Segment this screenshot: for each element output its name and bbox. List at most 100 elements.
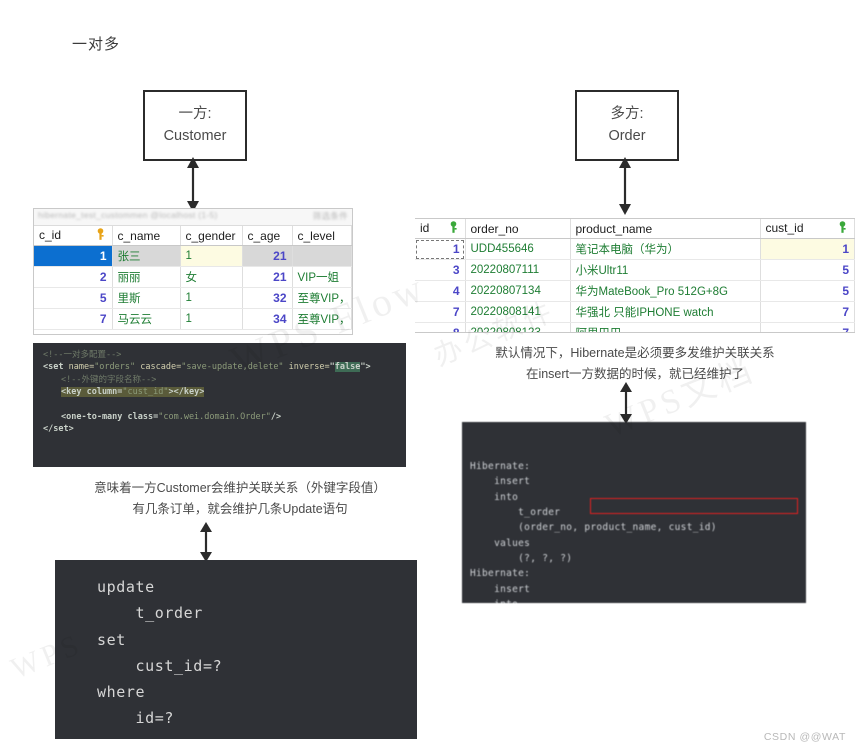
cell-c_id[interactable]: 7 [34, 308, 113, 330]
cell-c_id[interactable]: 1 [34, 245, 113, 267]
customer-col-c_name[interactable]: c_name [112, 226, 181, 246]
entity-box-customer: 一方: Customer [143, 90, 247, 161]
cell-cust_id[interactable]: 7 [760, 301, 855, 323]
table-row[interactable]: 3 20220807111 小米Ultr11 5 [415, 259, 855, 281]
cell-c_gender[interactable]: 女 [180, 266, 243, 288]
hibernate-log-line: (?, ?, ?) [470, 553, 573, 564]
cell-order_no[interactable]: 20220808123 [465, 322, 571, 332]
table-row[interactable]: 8 20220808123 阿里巴巴 7 [415, 322, 855, 332]
table-row[interactable]: 2 丽丽 女 21 VIP一姐 [34, 266, 352, 288]
cell-c_age[interactable]: 32 [242, 287, 293, 309]
cell-c_level[interactable]: VIP一姐 [292, 266, 352, 288]
cell-c_level[interactable]: 至尊VIP，年卡n级 [292, 308, 352, 330]
page-title: 一对多 [72, 36, 121, 53]
entity-role-many: 多方: [610, 105, 644, 122]
customer-col-c_age[interactable]: c_age [242, 226, 293, 246]
order-header-row: id order_no product_name cust_id [415, 219, 855, 239]
sql-line: update [97, 578, 155, 596]
cell-id[interactable]: 3 [415, 259, 466, 281]
cell-product_name[interactable]: 小米Ultr11 [570, 259, 761, 281]
cell-c_age[interactable]: 21 [242, 245, 293, 267]
cell-product_name[interactable]: 笔记本电脑（华为） [570, 238, 761, 260]
key-icon [449, 221, 458, 236]
customer-grid-toolbar[interactable]: hibernate_test_custommen @localhost (1-5… [34, 209, 352, 226]
cell-product_name[interactable]: 阿里巴巴 [570, 322, 761, 332]
sql-line: cust_id=? [97, 656, 223, 675]
order-col-product_name[interactable]: product_name [570, 219, 761, 239]
customer-col-label-c_id: c_id [39, 228, 62, 242]
customer-col-c_gender[interactable]: c_gender [180, 226, 243, 246]
cell-cust_id[interactable]: 5 [760, 280, 855, 302]
customer-toolbar-right-text: 筛选条件 [312, 211, 348, 221]
cell-c_age[interactable]: 34 [242, 308, 293, 330]
order-col-label-id: id [420, 221, 430, 235]
annotation-left-line1: 意味着一方Customer会维护关联关系（外键字段值） [94, 481, 386, 495]
footer-credit: CSDN @@WAT [763, 731, 846, 743]
table-row[interactable]: 4 20220807134 华为MateBook_Pro 512G+8G 5 [415, 280, 855, 302]
cell-order_no[interactable]: 20220808141 [465, 301, 571, 323]
xml-line: <set name="orders" cascade="save-update,… [43, 362, 371, 373]
hibernate-log-line: (order_no, product_name, cust_id) [470, 522, 717, 534]
cell-product_name[interactable]: 华强北 只能IPHONE watch [570, 301, 761, 323]
annotation-right-line2: 在insert一方数据的时候，就已经维护了 [525, 366, 745, 381]
order-col-cust_id[interactable]: cust_id [760, 219, 855, 239]
sql-line: where [97, 683, 146, 701]
cell-cust_id[interactable]: 7 [760, 322, 855, 332]
cell-c_name[interactable]: 丽丽 [112, 266, 181, 288]
table-row[interactable]: 1 UDD455646 笔记本电脑（华为） 1 [415, 238, 855, 260]
customer-col-c_id[interactable]: c_id [34, 226, 113, 246]
cell-c_age[interactable]: 21 [242, 266, 293, 288]
hibernate-log-line: Hibernate: [470, 460, 531, 472]
order-col-id[interactable]: id [415, 219, 466, 239]
cell-cust_id[interactable]: 1 [760, 238, 855, 260]
annotation-right: 默认情况下，Hibernate是必须要多发维护关联关系 在insert一方数据的… [450, 343, 820, 384]
cell-c_level[interactable]: 至尊VIP，年卡8级 [292, 287, 352, 309]
order-data-grid[interactable]: id order_no product_name cust_id 1 UDD45… [415, 218, 855, 333]
double-arrow-note-to-hibernate [618, 382, 634, 424]
xml-config-code-block[interactable]: <!--一对多配置--> <set name="orders" cascade="… [33, 343, 406, 467]
order-table[interactable]: id order_no product_name cust_id 1 UDD45… [415, 219, 855, 332]
xml-line: <key column="cust_id"></key> [61, 386, 205, 397]
entity-role-one: 一方: [178, 105, 212, 122]
cell-c_gender[interactable]: 1 [180, 308, 243, 330]
cell-c_id[interactable]: 2 [34, 266, 113, 288]
order-col-label-cust_id: cust_id [765, 221, 804, 235]
cell-c_name[interactable]: 里斯 [112, 287, 181, 309]
hibernate-log-line: insert [470, 583, 531, 595]
entity-box-order: 多方: Order [575, 90, 679, 161]
cell-product_name[interactable]: 华为MateBook_Pro 512G+8G [570, 280, 761, 302]
customer-table[interactable]: c_id c_name c_gender c_age c_level 1 张三 … [34, 226, 352, 330]
cell-c_gender[interactable]: 1 [180, 287, 243, 309]
hibernate-log-block[interactable]: Hibernate: insert into t_order (order_no… [462, 422, 806, 603]
table-row[interactable]: 7 20220808141 华强北 只能IPHONE watch 7 [415, 301, 855, 323]
cell-c_name[interactable]: 张三 [112, 245, 181, 267]
cell-c_name[interactable]: 马云云 [112, 308, 181, 330]
customer-toolbar-left-text: hibernate_test_custommen @localhost (1-5… [38, 210, 218, 220]
cell-id[interactable]: 4 [415, 280, 466, 302]
entity-name-order: Order [608, 127, 646, 144]
cell-c_gender[interactable]: 1 [180, 245, 243, 267]
cell-id[interactable]: 7 [415, 301, 466, 323]
cell-order_no[interactable]: 20220807111 [465, 259, 571, 281]
xml-line [33, 398, 406, 410]
order-col-order_no[interactable]: order_no [465, 219, 571, 239]
sql-line: id=? [97, 709, 175, 728]
cell-c_id[interactable]: 5 [34, 287, 113, 309]
customer-data-grid[interactable]: hibernate_test_custommen @localhost (1-5… [33, 208, 353, 335]
cell-order_no[interactable]: 20220807134 [465, 280, 571, 302]
cell-order_no[interactable]: UDD455646 [465, 238, 571, 260]
cell-id[interactable]: 1 [415, 238, 466, 260]
customer-col-c_level[interactable]: c_level [292, 226, 352, 246]
cell-c_level[interactable] [292, 245, 352, 267]
customer-header-row: c_id c_name c_gender c_age c_level [34, 226, 352, 246]
double-arrow-customer-to-table [185, 157, 201, 212]
annotation-left: 意味着一方Customer会维护关联关系（外键字段值） 有几条订单，就会维护几条… [45, 478, 435, 519]
cell-id[interactable]: 8 [415, 322, 466, 332]
cell-cust_id[interactable]: 5 [760, 259, 855, 281]
sql-update-block[interactable]: update t_order set cust_id=? where id=? [55, 560, 417, 739]
hibernate-log-line: insert [470, 476, 531, 488]
table-row[interactable]: 1 张三 1 21 [34, 245, 352, 267]
table-row[interactable]: 5 里斯 1 32 至尊VIP，年卡8级 [34, 287, 352, 309]
hibernate-log-lines: Hibernate: insert into t_order (order_no… [470, 459, 806, 603]
table-row[interactable]: 7 马云云 1 34 至尊VIP，年卡n级 [34, 308, 352, 330]
